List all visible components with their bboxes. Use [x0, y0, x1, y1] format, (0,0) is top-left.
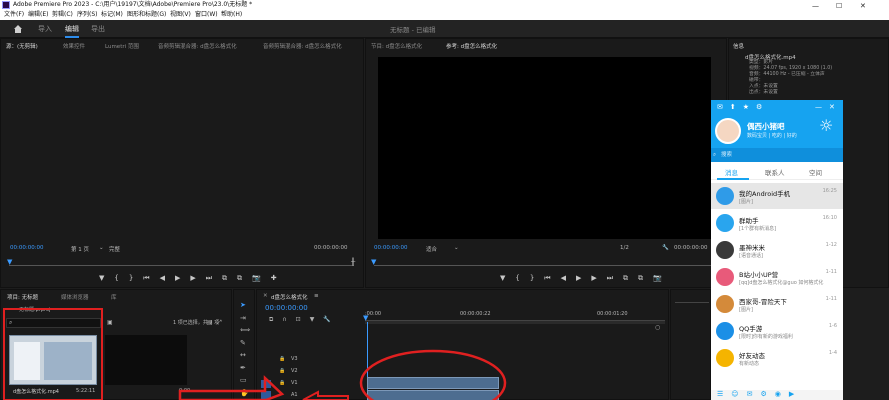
- chat-name: 我的Android手机: [739, 190, 791, 198]
- chat-time: 1-11: [825, 269, 837, 275]
- list-item[interactable]: 群助手 [1个群有新消息] 16:10: [711, 210, 843, 236]
- chat-preview: [语音通话]: [739, 253, 763, 259]
- weather-sun-icon[interactable]: ☼: [819, 116, 833, 135]
- qq-window: ✉⬆★⚙ — ✕ 偶西小猪吧 数码宝贝 | 吃的 | 好的 ☼ ⌕ 搜索 消息 …: [711, 100, 843, 400]
- chat-name: QQ手游: [739, 325, 763, 333]
- chat-name: 墨神米米: [739, 244, 765, 252]
- list-item[interactable]: 墨神米米 [语音通话] 1-12: [711, 237, 843, 263]
- qq-status[interactable]: 数码宝贝 | 吃的 | 好的: [747, 132, 797, 139]
- close-icon[interactable]: ✕: [829, 103, 835, 111]
- qq-game-icon: [716, 322, 734, 340]
- chat-name: 西家哥-冒险天下: [739, 298, 787, 306]
- list-item[interactable]: 好友动态 有新动态 1-4: [711, 345, 843, 371]
- qq-search-placeholder: 搜索: [721, 152, 733, 158]
- chat-time: 1-11: [825, 296, 837, 302]
- chat-time: 1-12: [825, 242, 837, 248]
- chat-preview: 有新动态: [739, 361, 760, 367]
- qq-tab-underline: [717, 178, 749, 180]
- qq-bottom-icons[interactable]: ☰☺✉⚙◉▶: [717, 390, 802, 398]
- chat-time: 1-4: [828, 350, 837, 356]
- qq-bottom-bar: ☰☺✉⚙◉▶: [711, 390, 843, 400]
- avatar: [716, 268, 734, 286]
- list-item[interactable]: 我的Android手机 [图片] 16:25: [711, 183, 843, 209]
- avatar: [716, 241, 734, 259]
- qq-tabs: 消息 联系人 空间: [711, 162, 843, 180]
- chat-preview: [限时]你有新的游戏福利: [739, 334, 793, 340]
- list-item[interactable]: QQ手游 [限时]你有新的游戏福利 1-6: [711, 318, 843, 344]
- qq-tab-contacts[interactable]: 联系人: [765, 167, 785, 177]
- chat-preview: [图片]: [739, 307, 753, 313]
- qq-header-icons[interactable]: ✉⬆★⚙: [717, 103, 769, 111]
- chat-preview: [qq]d盘怎么格式化@guo 如何格式化: [739, 280, 824, 286]
- list-item[interactable]: B站小小UP营 [qq]d盘怎么格式化@guo 如何格式化 1-11: [711, 264, 843, 290]
- chat-time: 16:10: [822, 215, 837, 221]
- qq-nickname[interactable]: 偶西小猪吧: [747, 121, 785, 132]
- star-icon: [716, 349, 734, 367]
- avatar: [716, 295, 734, 313]
- chat-name: B站小小UP营: [739, 271, 779, 279]
- chat-name: 好友动态: [739, 352, 765, 360]
- chat-name: 群助手: [739, 217, 759, 225]
- chat-time: 1-6: [828, 323, 837, 329]
- qq-search-input[interactable]: ⌕ 搜索: [711, 148, 843, 162]
- chat-preview: [1个群有新消息]: [739, 226, 777, 232]
- qq-tab-space[interactable]: 空间: [809, 167, 822, 177]
- search-icon: ⌕: [713, 152, 717, 158]
- group-icon: [716, 214, 734, 232]
- phone-icon: [716, 187, 734, 205]
- qq-tab-messages[interactable]: 消息: [725, 167, 738, 177]
- minimize-icon[interactable]: —: [815, 103, 822, 111]
- chat-preview: [图片]: [739, 199, 753, 205]
- chat-time: 16:25: [822, 188, 837, 194]
- list-item[interactable]: 西家哥-冒险天下 [图片] 1-11: [711, 291, 843, 317]
- avatar[interactable]: [715, 118, 741, 144]
